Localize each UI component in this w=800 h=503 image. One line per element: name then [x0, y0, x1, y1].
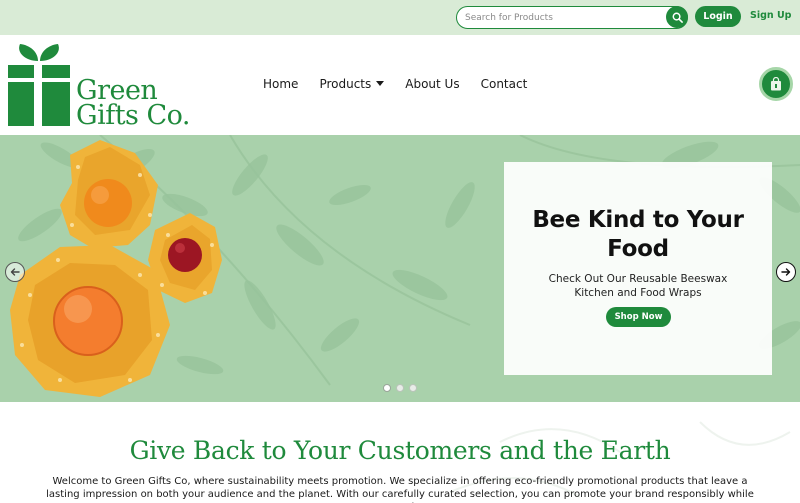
intro-title: Give Back to Your Customers and the Eart… [129, 436, 671, 465]
nav-contact[interactable]: Contact [481, 77, 528, 91]
search-box [456, 6, 688, 29]
search-input[interactable] [465, 9, 661, 26]
cart-button[interactable] [759, 67, 793, 101]
shopping-bag-icon [771, 77, 781, 91]
carousel-indicators [383, 384, 417, 392]
signup-link[interactable]: Sign Up [750, 10, 791, 21]
carousel-next-button[interactable] [776, 262, 796, 282]
hero-carousel: Bee Kind to Your Food Check Out Our Reus… [0, 135, 800, 402]
nav-contact-label: Contact [480, 77, 528, 91]
intro-section: Give Back to Your Customers and the Eart… [0, 402, 800, 503]
carousel-dot-3[interactable] [409, 384, 417, 392]
main-nav: Home Products About Us Contact [263, 77, 527, 91]
arrow-left-icon [10, 268, 20, 276]
arrow-right-icon [781, 268, 791, 276]
intro-body: Welcome to Green Gifts Co, where sustain… [46, 476, 754, 503]
nav-products[interactable]: Products [319, 77, 385, 91]
caret-down-icon [376, 81, 385, 86]
nav-products-label: Products [319, 77, 372, 91]
search-icon [672, 12, 683, 23]
nav-home[interactable]: Home [263, 77, 298, 91]
carousel-dot-2[interactable] [396, 384, 404, 392]
nav-about-label: About Us [405, 77, 460, 91]
gift-box-logo-icon [8, 44, 70, 126]
hero-subtitle: Check Out Our Reusable Beeswax Kitchen a… [548, 273, 728, 299]
carousel-dot-1[interactable] [383, 384, 391, 392]
logo-wordmark: Green Gifts Co. [76, 77, 191, 131]
top-bar: Login Sign Up [0, 0, 800, 35]
hero-promo-card: Bee Kind to Your Food Check Out Our Reus… [504, 162, 772, 375]
logo[interactable]: Green Gifts Co. [6, 43, 196, 129]
site-header: Green Gifts Co. Home Products About Us C… [0, 35, 800, 135]
nav-about[interactable]: About Us [405, 77, 459, 91]
shop-now-button[interactable]: Shop Now [606, 307, 671, 327]
login-button[interactable]: Login [695, 6, 741, 27]
carousel-prev-button[interactable] [5, 262, 25, 282]
search-button[interactable] [666, 6, 688, 28]
nav-home-label: Home [263, 77, 299, 91]
logo-line-2: Gifts Co. [76, 100, 191, 131]
hero-title: Bee Kind to Your Food [532, 207, 744, 262]
